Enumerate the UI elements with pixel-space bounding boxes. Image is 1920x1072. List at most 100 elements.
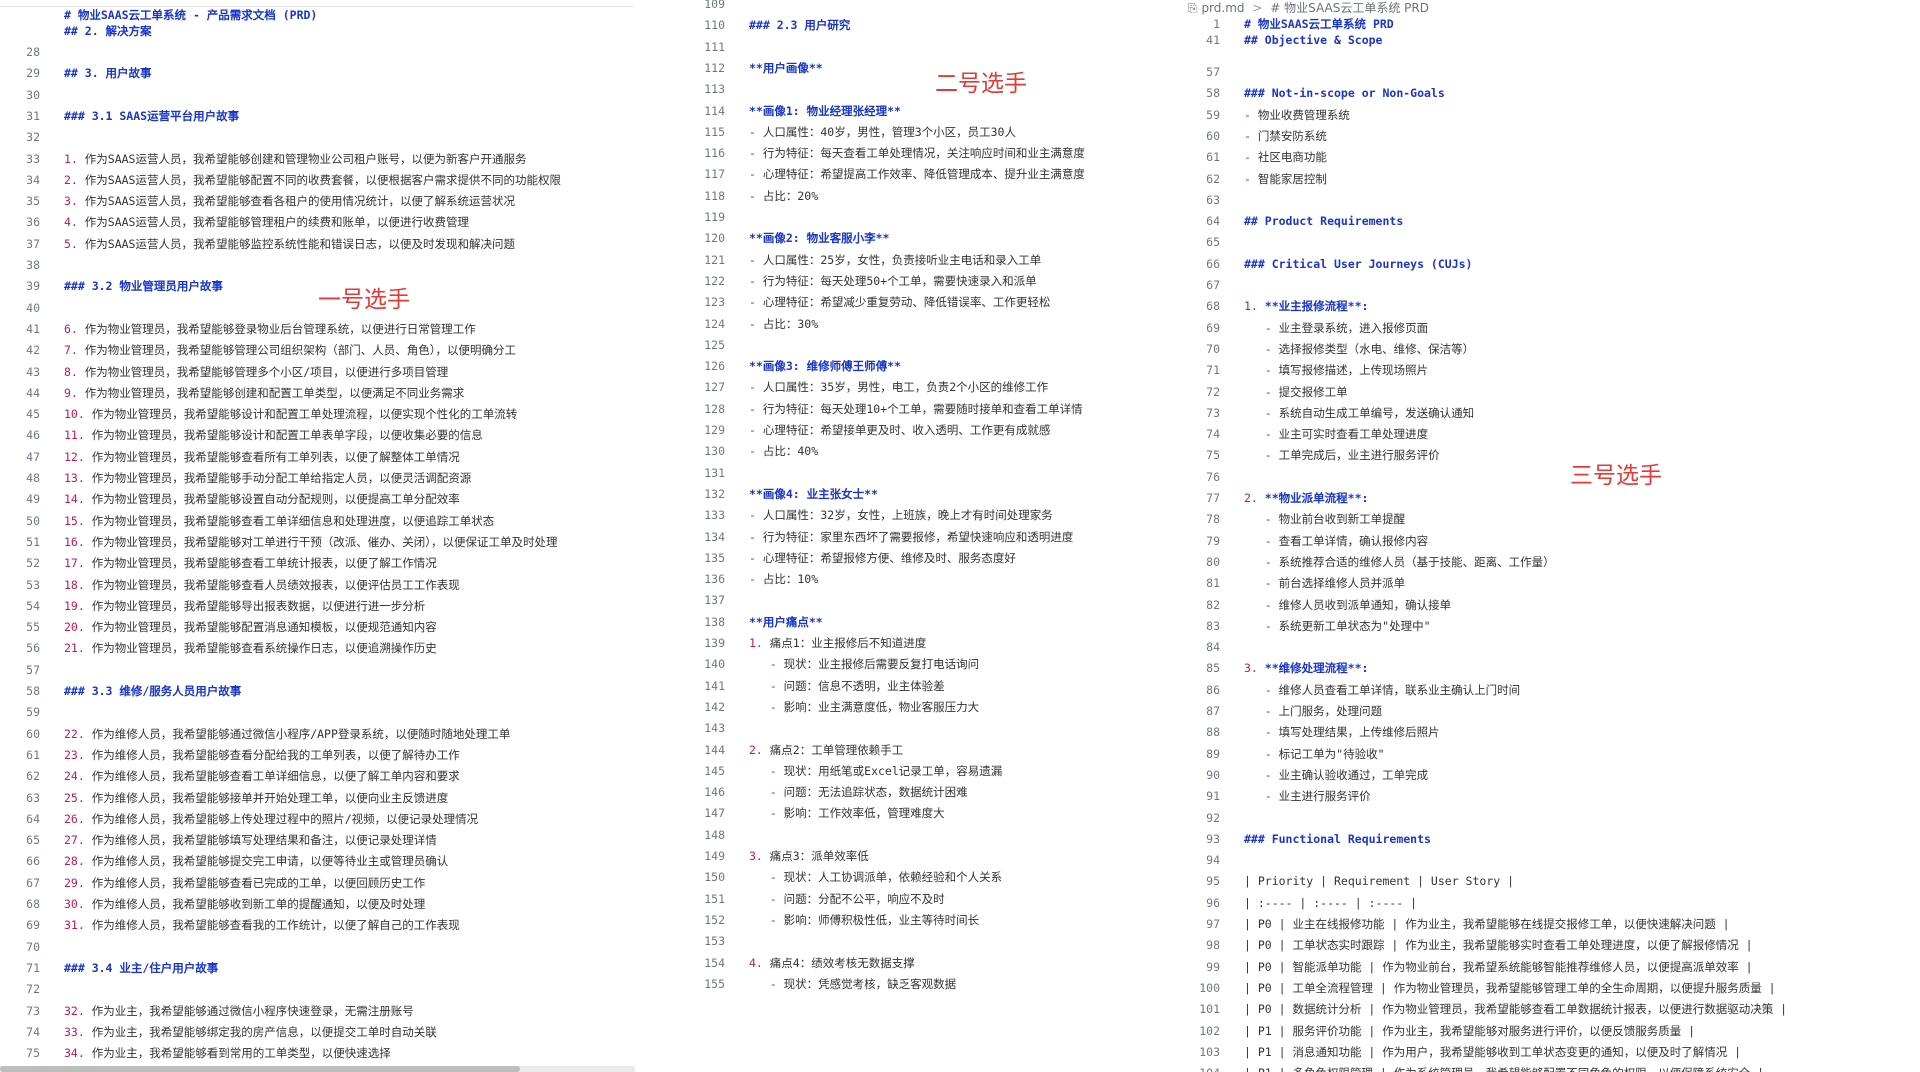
code-line[interactable]: 58 ### Not-in-scope or Non-Goals (1180, 83, 1920, 104)
code-line[interactable]: 134 - 行为特征：家里东西坏了需要报修，希望快速响应和透明进度 (685, 527, 1130, 548)
code-line[interactable]: 132 **画像4: 业主张女士** (685, 484, 1130, 505)
code-line[interactable]: 59 (0, 702, 635, 723)
code-line[interactable]: 139 1. 痛点1：业主报修后不知道进度 (685, 633, 1130, 654)
code-line[interactable]: 125 (685, 335, 1130, 356)
code-line[interactable]: 65 27. 作为维修人员，我希望能够填写处理结果和备注，以便记录处理详情 (0, 830, 635, 851)
code-line[interactable]: 152 - 影响：师傅积极性低，业主等待时间长 (685, 910, 1130, 931)
code-line[interactable]: 99 | P0 | 智能派单功能 | 作为物业前台，我希望系统能够智能推荐维修人员… (1180, 957, 1920, 978)
code-line[interactable]: 57 (1180, 62, 1920, 83)
code-line[interactable]: 77 2. **物业派单流程**: (1180, 488, 1920, 509)
code-line[interactable]: 73 32. 作为业主，我希望能够通过微信小程序快速登录，无需注册账号 (0, 1001, 635, 1022)
code-line[interactable]: 145 - 现状：用纸笔或Excel记录工单，容易遗漏 (685, 761, 1130, 782)
code-line[interactable]: 69 31. 作为维修人员，我希望能够查看我的工作统计，以便了解自己的工作表现 (0, 915, 635, 936)
code-line[interactable]: 144 2. 痛点2：工单管理依赖手工 (685, 740, 1130, 761)
code-line[interactable]: 90 - 业主确认验收通过，工单完成 (1180, 765, 1920, 786)
code-line[interactable]: 32 (0, 127, 635, 148)
code-line[interactable]: 148 (685, 825, 1130, 846)
breadcrumb-symbol[interactable]: # 物业SAAS云工单系统 PRD (1270, 1, 1429, 15)
code-line[interactable]: 74 33. 作为业主，我希望能够绑定我的房产信息，以便提交工单时自动关联 (0, 1022, 635, 1043)
code-line[interactable]: 61 23. 作为维修人员，我希望能够查看分配给我的工单列表，以便了解待办工作 (0, 745, 635, 766)
code-line[interactable]: 96 | :---- | :---- | :---- | (1180, 893, 1920, 914)
code-line[interactable]: 71 - 填写报修描述，上传现场照片 (1180, 360, 1920, 381)
code-line[interactable]: 133 - 人口属性：32岁，女性，上班族，晚上才有时间处理家务 (685, 505, 1130, 526)
code-line[interactable]: 104 | P1 | 多角色权限管理 | 作为系统管理员，我希望能够配置不同角色的… (1180, 1063, 1920, 1072)
code-line[interactable]: 58 ### 3.3 维修/服务人员用户故事 (0, 681, 635, 702)
code-line[interactable]: 37 5. 作为SAAS运营人员，我希望能够监控系统性能和错误日志，以便及时发现和… (0, 234, 635, 255)
code-line[interactable]: 72 (0, 979, 635, 1000)
code-line[interactable]: 50 15. 作为物业管理员，我希望能够查看工单详细信息和处理进度，以便追踪工单状… (0, 511, 635, 532)
code-line[interactable]: 78 - 物业前台收到新工单提醒 (1180, 509, 1920, 530)
code-line[interactable]: 72 - 提交报修工单 (1180, 382, 1920, 403)
code-line[interactable]: 33 1. 作为SAAS运营人员，我希望能够创建和管理物业公司租户账号，以便为新客… (0, 149, 635, 170)
code-line[interactable]: 48 13. 作为物业管理员，我希望能够手动分配工单给指定人员，以便灵活调配资源 (0, 468, 635, 489)
code-line[interactable]: 112 **用户画像** (685, 58, 1130, 79)
code-line[interactable]: 31 ### 3.1 SAAS运营平台用户故事 (0, 106, 635, 127)
code-line[interactable]: 76 (1180, 467, 1920, 488)
code-line[interactable]: 117 - 心理特征：希望提高工作效率、降低管理成本、提升业主满意度 (685, 164, 1130, 185)
code-line[interactable]: 66 ### Critical User Journeys (CUJs) (1180, 254, 1920, 275)
code-line[interactable]: 116 - 行为特征：每天查看工单处理情况，关注响应时间和业主满意度 (685, 143, 1130, 164)
code-line[interactable]: 88 - 填写处理结果，上传维修后照片 (1180, 722, 1920, 743)
code-line[interactable]: 41 6. 作为物业管理员，我希望能够登录物业后台管理系统，以便进行日常管理工作 (0, 319, 635, 340)
code-line[interactable]: 110 ### 2.3 用户研究 (685, 15, 1130, 36)
code-line[interactable]: 131 (685, 463, 1130, 484)
code-line[interactable]: 123 - 心理特征：希望减少重复劳动、降低错误率、工作更轻松 (685, 292, 1130, 313)
code-line[interactable]: 68 1. **业主报修流程**: (1180, 296, 1920, 317)
code-line[interactable]: 66 28. 作为维修人员，我希望能够提交完工申请，以便等待业主或管理员确认 (0, 851, 635, 872)
code-line[interactable]: 64 26. 作为维修人员，我希望能够上传处理过程中的照片/视频，以便记录处理情况 (0, 809, 635, 830)
code-line[interactable]: 92 (1180, 808, 1920, 829)
code-line[interactable]: 86 - 维修人员查看工单详情，联系业主确认上门时间 (1180, 680, 1920, 701)
code-line[interactable]: 38 (0, 255, 635, 276)
code-line[interactable]: 124 - 占比：30% (685, 314, 1130, 335)
code-line[interactable]: 130 - 占比：40% (685, 441, 1130, 462)
code-line[interactable]: 60 - 门禁安防系统 (1180, 126, 1920, 147)
code-line[interactable]: 115 - 人口属性：40岁，男性，管理3个小区，员工30人 (685, 122, 1130, 143)
code-line[interactable]: 74 - 业主可实时查看工单处理进度 (1180, 424, 1920, 445)
code-line[interactable]: 62 24. 作为维修人员，我希望能够查看工单详细信息，以便了解工单内容和要求 (0, 766, 635, 787)
code-line[interactable]: 94 (1180, 850, 1920, 871)
code-line[interactable]: 81 - 前台选择维修人员并派单 (1180, 573, 1920, 594)
code-line[interactable]: 30 (0, 85, 635, 106)
code-line[interactable]: 150 - 现状：人工协调派单，依赖经验和个人关系 (685, 867, 1130, 888)
code-line[interactable]: 140 - 现状：业主报修后需要反复打电话询问 (685, 654, 1130, 675)
code-line[interactable]: 100 | P0 | 工单全流程管理 | 作为物业管理员，我希望能够管理工单的全生… (1180, 978, 1920, 999)
code-line[interactable]: 102 | P1 | 服务评价功能 | 作为业主，我希望能够对服务进行评价，以便反… (1180, 1021, 1920, 1042)
code-line[interactable]: 29 ## 3. 用户故事 (0, 63, 635, 84)
code-line[interactable]: 129 - 心理特征：希望接单更及时、收入透明、工作更有成就感 (685, 420, 1130, 441)
code-line[interactable]: 128 - 行为特征：每天处理10+个工单，需要随时接单和查看工单详情 (685, 399, 1130, 420)
code-line[interactable]: 35 3. 作为SAAS运营人员，我希望能够查看各租户的使用情况统计，以便了解系统… (0, 191, 635, 212)
code-line[interactable]: 114 **画像1: 物业经理张经理** (685, 101, 1130, 122)
code-line[interactable]: 75 - 工单完成后，业主进行服务评价 (1180, 445, 1920, 466)
code-line[interactable]: 89 - 标记工单为"待验收" (1180, 744, 1920, 765)
code-line[interactable]: 73 - 系统自动生成工单编号，发送确认通知 (1180, 403, 1920, 424)
code-line[interactable]: 146 - 问题：无法追踪状态，数据统计困难 (685, 782, 1130, 803)
code-line[interactable]: 61 - 社区电商功能 (1180, 147, 1920, 168)
code-line[interactable]: 43 8. 作为物业管理员，我希望能够管理多个小区/项目，以便进行多项目管理 (0, 362, 635, 383)
code-line[interactable]: 52 17. 作为物业管理员，我希望能够查看工单统计报表，以便了解工作情况 (0, 553, 635, 574)
code-line[interactable]: 59 - 物业收费管理系统 (1180, 105, 1920, 126)
code-line[interactable]: 87 - 上门服务，处理问题 (1180, 701, 1920, 722)
code-line[interactable]: 69 - 业主登录系统，进入报修页面 (1180, 318, 1920, 339)
code-line[interactable]: 101 | P0 | 数据统计分析 | 作为物业管理员，我希望能够查看工单数据统计… (1180, 999, 1920, 1020)
code-line[interactable]: 120 **画像2: 物业客服小李** (685, 228, 1130, 249)
code-line[interactable]: 136 - 占比：10% (685, 569, 1130, 590)
code-line[interactable]: 153 (685, 931, 1130, 952)
code-line[interactable]: 70 - 选择报修类型（水电、维修、保洁等） (1180, 339, 1920, 360)
code-line[interactable]: 138 **用户痛点** (685, 612, 1130, 633)
code-line[interactable]: 111 (685, 37, 1130, 58)
code-line[interactable]: 91 - 业主进行服务评价 (1180, 786, 1920, 807)
code-line[interactable]: 67 (1180, 275, 1920, 296)
code-line[interactable]: 141 - 问题：信息不透明，业主体验差 (685, 676, 1130, 697)
code-line[interactable]: 85 3. **维修处理流程**: (1180, 658, 1920, 679)
code-line[interactable]: 57 (0, 660, 635, 681)
code-line[interactable]: 45 10. 作为物业管理员，我希望能够设计和配置工单处理流程，以便实现个性化的工… (0, 404, 635, 425)
code-line[interactable]: 60 22. 作为维修人员，我希望能够通过微信小程序/APP登录系统，以便随时随地… (0, 724, 635, 745)
code-line[interactable]: 75 34. 作为业主，我希望能够看到常用的工单类型，以便快速选择 (0, 1043, 635, 1064)
code-line[interactable]: 93 ### Functional Requirements (1180, 829, 1920, 850)
code-line[interactable]: 47 12. 作为物业管理员，我希望能够查看所有工单列表，以便了解整体工单情况 (0, 447, 635, 468)
code-line[interactable]: 36 4. 作为SAAS运营人员，我希望能够管理租户的续费和账单，以便进行收费管理 (0, 212, 635, 233)
code-line[interactable]: 121 - 人口属性：25岁，女性，负责接听业主电话和录入工单 (685, 250, 1130, 271)
code-line[interactable]: 82 - 维修人员收到派单通知，确认接单 (1180, 595, 1920, 616)
editor-pane-middle[interactable]: 109 110 ### 2.3 用户研究 111 112 **用户画像** 113 114 **… (685, 0, 1130, 1072)
editor-pane-right[interactable]: ⎘ prd.md > # 物业SAAS云工单系统 PRD 1 # 物业SAAS云工… (1180, 0, 1920, 1072)
